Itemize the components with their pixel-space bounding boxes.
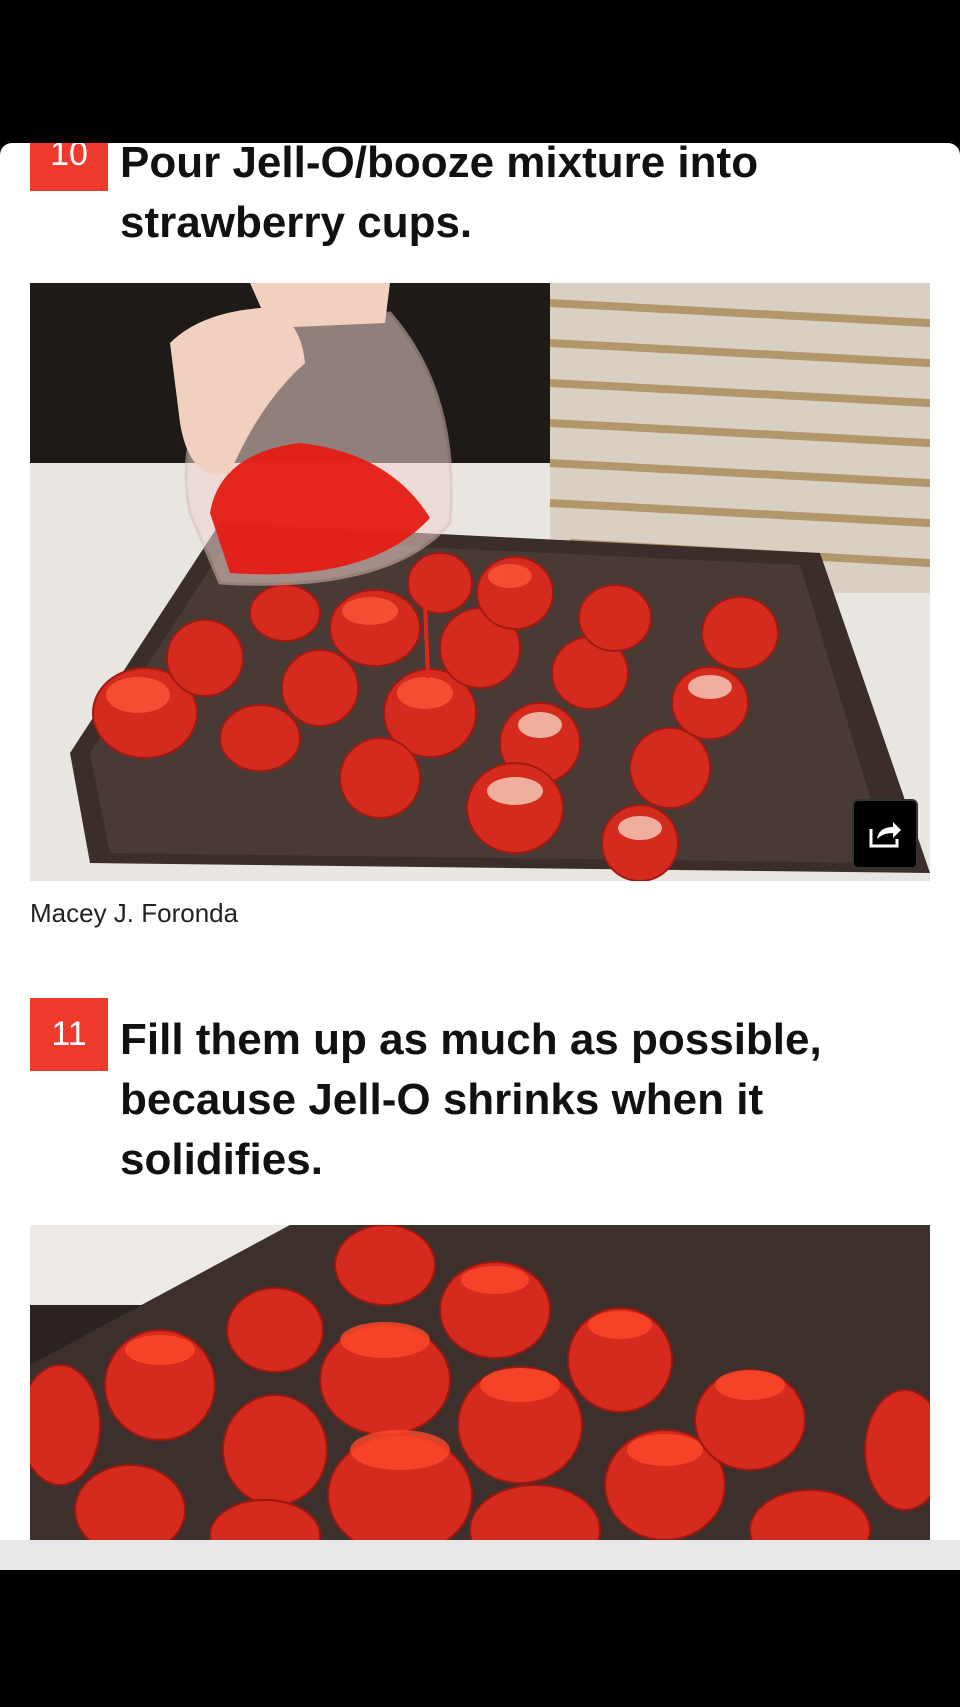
- step-number-badge: 10: [30, 143, 108, 191]
- step-number-badge: 11: [30, 998, 108, 1071]
- browser-bottom-strip: [0, 1540, 960, 1570]
- article-page: 10 Pour Jell-O/booze mixture into strawb…: [0, 143, 960, 1540]
- share-icon: [869, 822, 901, 848]
- step-title: Fill them up as much as possible, becaus…: [120, 1015, 822, 1184]
- top-bar: [0, 0, 960, 143]
- bottom-bar: [0, 1570, 960, 1707]
- filled-strawberries-image: [30, 1225, 930, 1540]
- pouring-jello-image: [30, 283, 930, 881]
- step-11-photo[interactable]: [30, 1225, 930, 1540]
- photo-credit: Macey J. Foronda: [30, 898, 239, 928]
- share-button[interactable]: [852, 799, 918, 869]
- step-10-photo[interactable]: [30, 283, 930, 881]
- step-title: Pour Jell-O/booze mixture into strawberr…: [120, 143, 759, 247]
